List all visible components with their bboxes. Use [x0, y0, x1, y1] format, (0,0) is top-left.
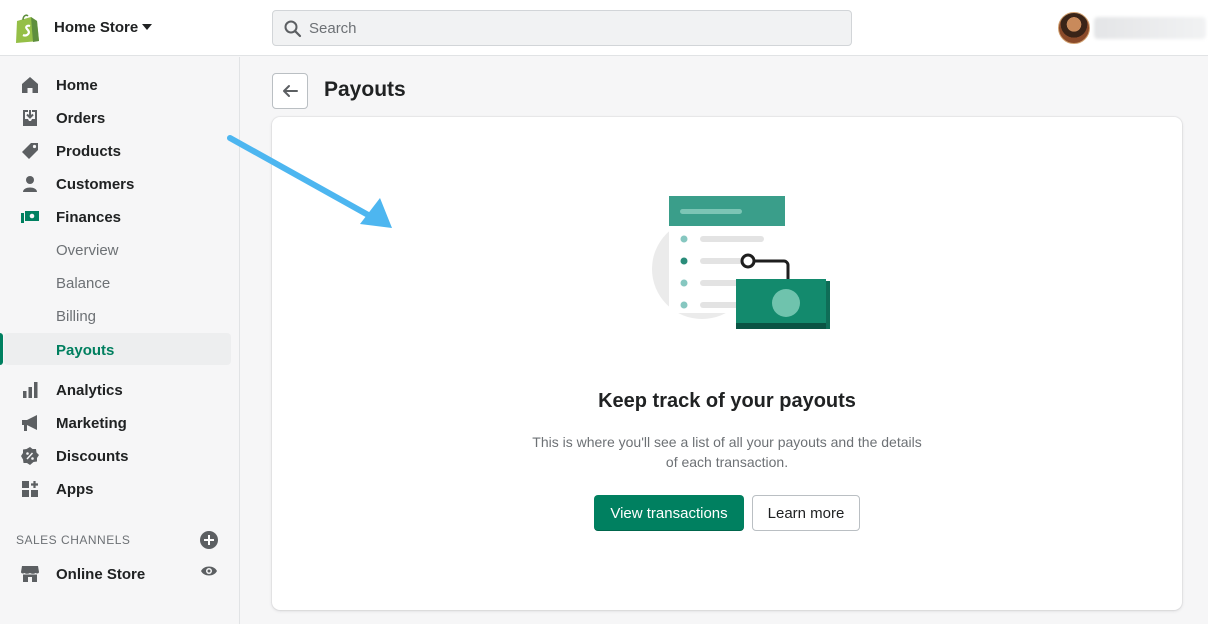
- sidebar-item-label: Orders: [56, 110, 106, 127]
- sidebar-item-customers[interactable]: Customers: [0, 167, 240, 200]
- empty-state-card: Keep track of your payouts This is where…: [272, 117, 1182, 610]
- view-transactions-button[interactable]: View transactions: [594, 495, 744, 531]
- tag-icon: [22, 143, 38, 159]
- add-channel-icon[interactable]: [200, 531, 218, 549]
- sidebar-subitem-balance[interactable]: Balance: [0, 266, 240, 299]
- sidebar-subitem-overview[interactable]: Overview: [0, 233, 240, 266]
- apps-icon: [22, 481, 38, 497]
- sidebar-item-home[interactable]: Home: [0, 68, 240, 101]
- arrow-left-icon: [283, 85, 298, 97]
- sidebar-item-label: Discounts: [56, 448, 129, 465]
- finances-icon: [21, 211, 39, 223]
- learn-more-button[interactable]: Learn more: [752, 495, 860, 531]
- search-input[interactable]: [309, 11, 839, 45]
- sidebar-item-products[interactable]: Products: [0, 134, 240, 167]
- sidebar-subitem-payouts[interactable]: Payouts: [4, 333, 231, 365]
- user-name-blurred[interactable]: [1094, 17, 1206, 39]
- annotation-arrow-icon: [227, 135, 392, 228]
- sales-channels-title: SALES CHANNELS: [16, 533, 131, 547]
- sidebar-item-analytics[interactable]: Analytics: [0, 373, 240, 406]
- active-indicator: [0, 333, 3, 365]
- sidebar: Home Orders Products Customers Finances …: [0, 57, 240, 624]
- person-icon: [23, 176, 37, 192]
- sidebar-item-label: Home: [56, 77, 98, 94]
- orders-icon: [23, 110, 37, 126]
- analytics-icon: [23, 382, 38, 398]
- home-icon: [22, 77, 38, 93]
- search-icon: [284, 20, 302, 38]
- store-name[interactable]: Home Store: [54, 19, 138, 36]
- sidebar-item-marketing[interactable]: Marketing: [0, 406, 240, 439]
- eye-icon[interactable]: [200, 564, 218, 578]
- sidebar-item-discounts[interactable]: Discounts: [0, 439, 240, 472]
- sidebar-subitem-label: Payouts: [56, 342, 115, 359]
- store-icon: [21, 566, 39, 582]
- sidebar-subitem-billing[interactable]: Billing: [0, 299, 240, 332]
- sidebar-item-label: Customers: [56, 176, 135, 193]
- search-bar[interactable]: [272, 10, 852, 46]
- sidebar-item-label: Analytics: [56, 382, 123, 399]
- sidebar-item-label: Online Store: [56, 566, 146, 583]
- sidebar-subitem-label: Billing: [56, 308, 97, 325]
- sidebar-item-finances[interactable]: Finances: [0, 200, 240, 233]
- payouts-illustration: [652, 196, 830, 329]
- avatar[interactable]: [1058, 12, 1090, 44]
- back-button[interactable]: [272, 73, 308, 109]
- caret-down-icon[interactable]: [142, 24, 152, 30]
- empty-state-description: This is where you'll see a list of all y…: [532, 434, 922, 470]
- shopify-logo-icon[interactable]: [14, 13, 40, 43]
- sidebar-item-label: Apps: [56, 481, 94, 498]
- sidebar-subitem-label: Balance: [56, 275, 111, 292]
- top-bar: Home Store: [0, 0, 1208, 56]
- sidebar-item-apps[interactable]: Apps: [0, 472, 240, 505]
- sidebar-item-orders[interactable]: Orders: [0, 101, 240, 134]
- sidebar-item-label: Finances: [56, 209, 122, 226]
- sidebar-subitem-label: Overview: [56, 242, 119, 259]
- megaphone-icon: [22, 415, 37, 431]
- empty-state-heading: Keep track of your payouts: [598, 390, 856, 412]
- discount-icon: [21, 447, 39, 465]
- page-title: Payouts: [324, 78, 406, 101]
- sidebar-item-label: Marketing: [56, 415, 127, 432]
- sidebar-item-label: Products: [56, 143, 122, 160]
